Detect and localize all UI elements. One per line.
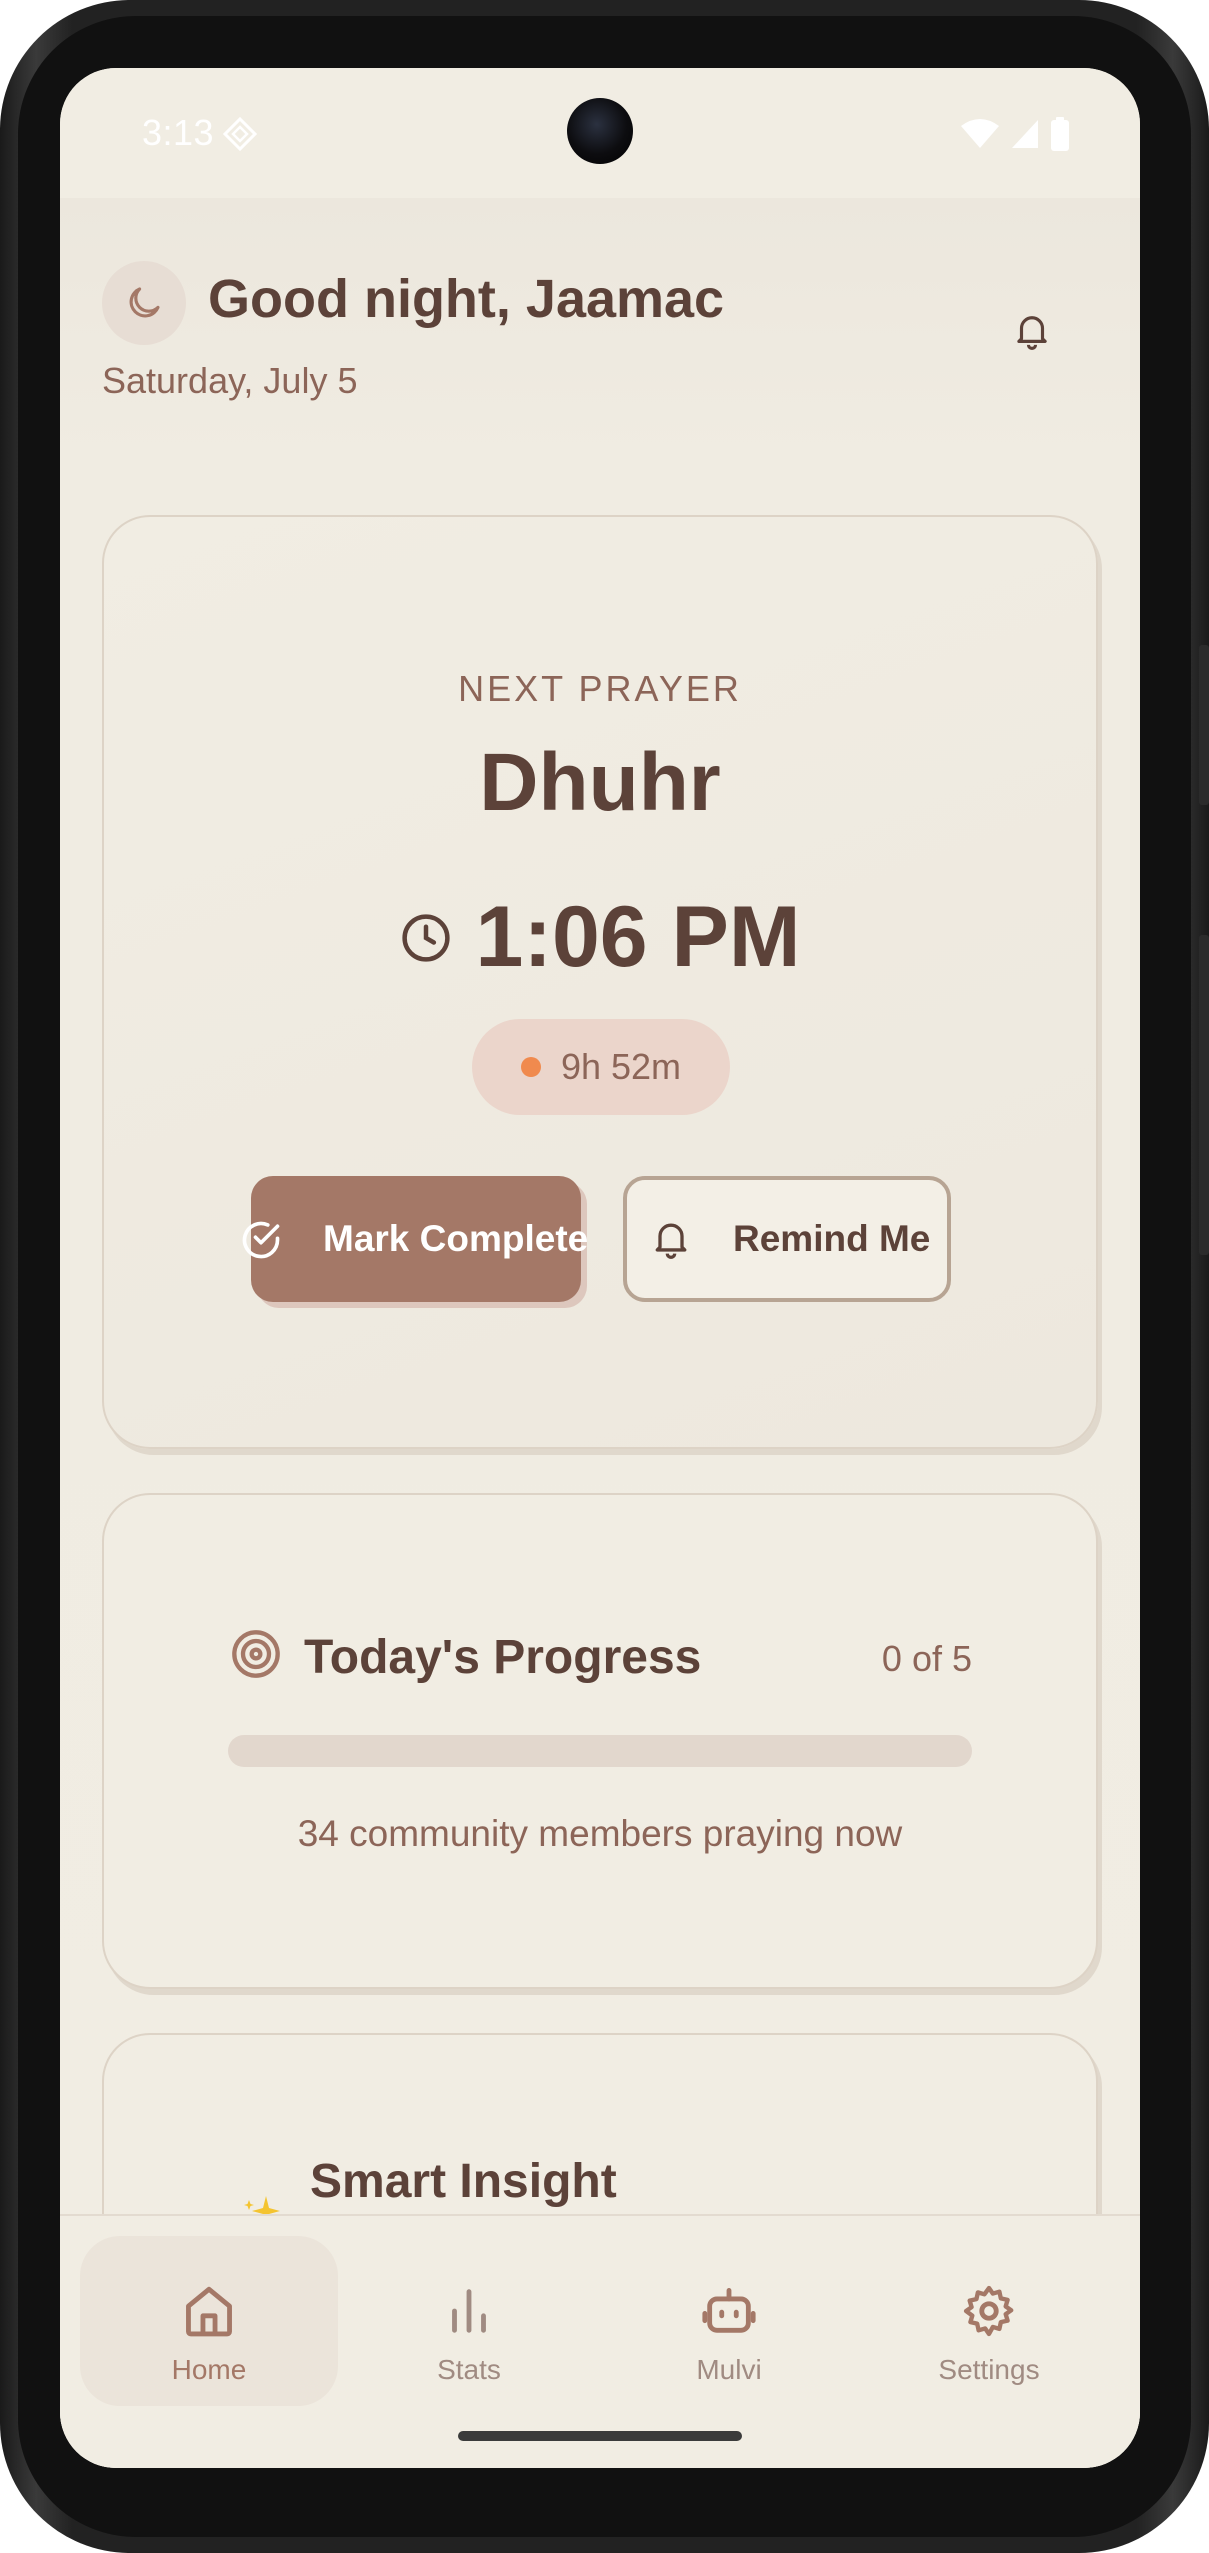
status-time: 3:13 (142, 112, 215, 153)
prayer-time: 1:06 PM (475, 889, 801, 985)
home-indicator[interactable] (458, 2431, 742, 2441)
progress-title: Today's Progress (304, 1631, 702, 1684)
nav-label-settings: Settings (938, 2354, 1040, 2385)
volume-button (1199, 935, 1209, 1255)
power-button (1199, 645, 1209, 805)
bell-icon (655, 1223, 687, 1259)
remind-me-button[interactable]: Remind Me (623, 1176, 951, 1302)
nav-label-home: Home (171, 2354, 247, 2385)
countdown-badge: 9h 52m (472, 1019, 730, 1115)
countdown-dot-icon (520, 1057, 541, 1077)
nav-item-stats[interactable]: Stats (340, 2236, 598, 2406)
home-icon (186, 2286, 232, 2337)
check-circle-icon (242, 1221, 280, 1259)
status-bar: 3:13 (60, 68, 1140, 198)
clock-icon (402, 913, 451, 962)
progress-count: 0 of 5 (881, 1638, 972, 1679)
greeting-title: Good night, Jaamac (208, 269, 725, 329)
remind-me-label: Remind Me (733, 1218, 931, 1259)
nav-item-mulvi[interactable]: Mulvi (600, 2236, 858, 2406)
progress-bar (228, 1735, 972, 1767)
front-camera (567, 98, 633, 164)
prayer-name: Dhuhr (479, 737, 721, 828)
nav-item-settings[interactable]: Settings (860, 2236, 1118, 2406)
bell-icon (1017, 316, 1047, 350)
community-text: 34 community members praying now (297, 1813, 903, 1854)
screen: 3:13 Good night, Jaamac Saturday, July 5 (60, 68, 1140, 2468)
date-text: Saturday, July 5 (102, 360, 358, 401)
wifi-icon (961, 119, 999, 148)
moon-icon (129, 287, 160, 318)
diamond-notification-icon (222, 116, 258, 152)
bar-chart-icon (452, 2289, 486, 2333)
target-icon (232, 1630, 280, 1678)
nav-label-mulvi: Mulvi (696, 2354, 762, 2385)
bottom-navigation: Home Stats Mulvi Settings (60, 2214, 1140, 2468)
notifications-button[interactable] (1006, 304, 1058, 356)
prayer-time-row: 1:06 PM (60, 888, 1140, 987)
moon-avatar (102, 261, 186, 345)
cell-signal-icon (1012, 120, 1038, 148)
mark-complete-button[interactable]: Mark Complete (242, 1176, 588, 1302)
next-prayer-label: NEXT PRAYER (458, 668, 742, 709)
battery-icon (1051, 117, 1069, 151)
mark-complete-label: Mark Complete (323, 1218, 589, 1259)
gear-icon (963, 2285, 1014, 2337)
robot-icon (702, 2288, 756, 2333)
countdown-text: 9h 52m (560, 1046, 682, 1087)
nav-item-home[interactable]: Home (80, 2236, 338, 2406)
smart-insight-title: Smart Insight (310, 2155, 617, 2208)
status-icons (960, 114, 1070, 154)
phone-frame: 3:13 Good night, Jaamac Saturday, July 5 (0, 0, 1209, 2553)
nav-label-stats: Stats (437, 2354, 501, 2385)
